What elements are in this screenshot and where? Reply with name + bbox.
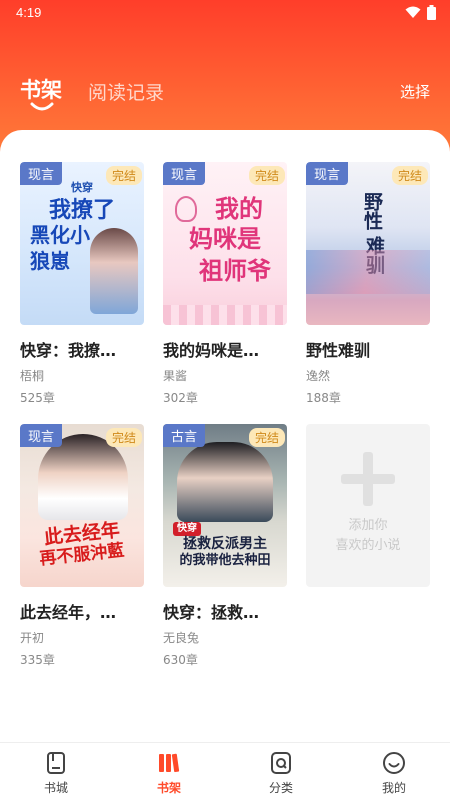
book-author: 梧桐 <box>20 369 45 383</box>
book-chapters: 302章 <box>163 391 198 405</box>
finished-badge: 完结 <box>105 166 142 185</box>
book-card[interactable]: 快穿 我撩了 黑化小 狼崽 现言 完结 快穿：我撩… 梧桐 525章 <box>20 162 144 406</box>
cover-title-line: 妈咪是 <box>189 225 261 253</box>
cover-title-line: 祖师爷 <box>199 257 271 285</box>
book-chapters: 335章 <box>20 653 55 667</box>
cover-decoration <box>163 305 287 325</box>
genre-badge: 古言 <box>163 424 206 447</box>
book-title: 此去经年，… <box>20 603 117 622</box>
book-author: 逸然 <box>306 369 331 383</box>
book-chapters: 188章 <box>306 391 341 405</box>
finished-badge: 完结 <box>105 428 142 447</box>
book-card[interactable]: 我的 妈咪是 祖师爷 现言 完结 我的妈咪是… 果酱 302章 <box>163 162 287 406</box>
smiley-icon <box>383 752 405 774</box>
nav-label: 书城 <box>43 781 68 795</box>
cover-tag: 快穿 <box>173 522 201 536</box>
book-cover[interactable]: 野性 难驯 现言 完结 <box>306 162 430 325</box>
tab-reading-history[interactable]: 阅读记录 <box>88 78 164 105</box>
add-book-label: 添加你 喜欢的小说 <box>306 516 430 555</box>
book-chapters: 630章 <box>163 653 198 667</box>
nav-label: 我的 <box>381 781 406 795</box>
book-card[interactable]: 此去经年 再不服沖藍 现言 完结 此去经年，… 开初 335章 <box>20 424 144 668</box>
book-author: 果酱 <box>163 369 188 383</box>
cover-title-line: 的我带他去种田 <box>179 553 271 568</box>
status-bar: 4:19 <box>0 0 450 26</box>
book-card[interactable]: 快穿 拯救反派男主 的我带他去种田 古言 完结 快穿：拯救… 无良兔 630章 <box>163 424 287 668</box>
nav-item-bookshelf[interactable]: 书架 <box>124 743 214 800</box>
book-title: 快穿：我撩… <box>20 341 117 360</box>
tab-active-indicator <box>30 102 54 111</box>
nav-label: 分类 <box>268 781 293 795</box>
cover-illustration <box>90 228 138 314</box>
book-card[interactable]: 野性 难驯 现言 完结 野性难驯 逸然 188章 <box>306 162 430 406</box>
genre-badge: 现言 <box>20 162 63 185</box>
book-title: 我的妈咪是… <box>163 341 260 360</box>
nav-item-bookstore[interactable]: 书城 <box>11 743 101 800</box>
select-button[interactable]: 选择 <box>400 81 430 102</box>
cover-illustration <box>306 250 430 294</box>
finished-badge: 完结 <box>391 166 428 185</box>
category-icon <box>271 752 291 774</box>
status-time: 4:19 <box>16 5 42 20</box>
nav-item-category[interactable]: 分类 <box>236 743 326 800</box>
cover-title-line: 我撩了 <box>48 198 115 223</box>
bottom-nav: 书城 书架 分类 我的 <box>0 742 450 800</box>
tab-bookshelf[interactable]: 书架 <box>20 74 62 104</box>
book-title: 野性难驯 <box>306 341 371 360</box>
bookshelf-icon <box>159 753 180 773</box>
nav-item-profile[interactable]: 我的 <box>349 743 439 800</box>
bookshelf-content: 快穿 我撩了 黑化小 狼崽 现言 完结 快穿：我撩… 梧桐 525章 我的 妈咪… <box>0 130 450 742</box>
genre-badge: 现言 <box>163 162 206 185</box>
finished-badge: 完结 <box>248 166 285 185</box>
status-icons <box>405 5 436 20</box>
book-cover[interactable]: 此去经年 再不服沖藍 现言 完结 <box>20 424 144 587</box>
cover-title-line: 我的 <box>215 195 263 223</box>
book-cover[interactable]: 快穿 拯救反派男主 的我带他去种田 古言 完结 <box>163 424 287 587</box>
add-book-card[interactable]: 添加你 喜欢的小说 <box>306 424 430 587</box>
book-author: 开初 <box>20 631 45 645</box>
plus-icon <box>341 452 395 506</box>
cover-title-line: 拯救反派男主 <box>183 536 267 552</box>
wifi-icon <box>405 6 421 18</box>
genre-badge: 现言 <box>306 162 349 185</box>
cover-title-line: 野性 <box>361 192 383 230</box>
book-title: 快穿：拯救… <box>163 603 260 622</box>
cover-illustration <box>177 442 273 522</box>
book-cover[interactable]: 快穿 我撩了 黑化小 狼崽 现言 完结 <box>20 162 144 325</box>
book-chapters: 525章 <box>20 391 55 405</box>
add-book-label-line: 喜欢的小说 <box>335 537 401 553</box>
nav-label: 书架 <box>156 781 181 795</box>
genre-badge: 现言 <box>20 424 63 447</box>
finished-badge: 完结 <box>248 428 285 447</box>
book-icon <box>47 752 65 774</box>
book-author: 无良兔 <box>163 631 200 645</box>
battery-icon <box>427 5 436 20</box>
book-cover[interactable]: 我的 妈咪是 祖师爷 现言 完结 <box>163 162 287 325</box>
add-book-label-line: 添加你 <box>348 518 388 533</box>
